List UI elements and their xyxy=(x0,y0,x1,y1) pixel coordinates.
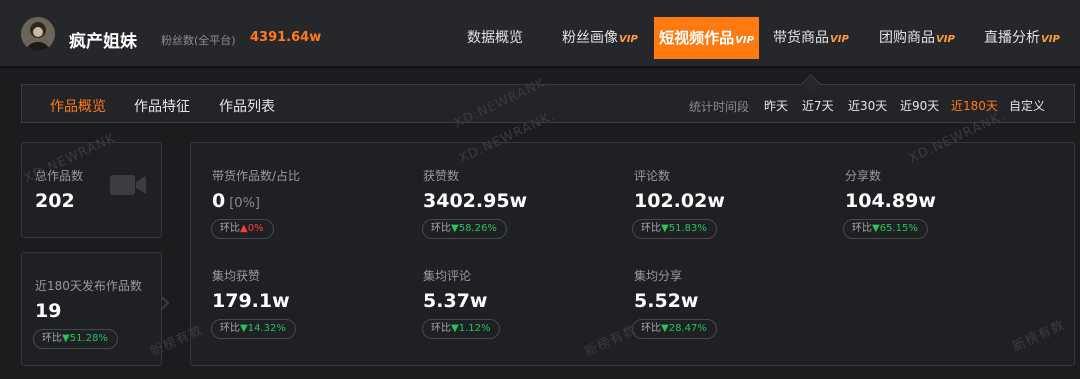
nav-tab-sales-goods[interactable]: 带货商品VIP xyxy=(773,17,849,59)
arrow-down-icon: ▼ xyxy=(451,223,459,234)
metric-change: 环比▼51.83% xyxy=(632,219,717,239)
change-label: 环比 xyxy=(431,323,451,334)
subtab-overview[interactable]: 作品概览 xyxy=(50,96,106,116)
time-range-90d[interactable]: 近90天 xyxy=(900,97,939,114)
nav-tab-short-video[interactable]: 短视频作品VIP xyxy=(654,17,759,59)
video-camera-icon xyxy=(110,175,146,195)
vip-badge: VIP xyxy=(1041,34,1060,45)
time-range-custom[interactable]: 自定义 xyxy=(1009,97,1045,114)
change-label: 环比 xyxy=(641,323,661,334)
arrow-down-icon: ▼ xyxy=(661,323,669,334)
metric-change: 环比▼65.15% xyxy=(843,219,928,239)
metric-change: 环比▼14.32% xyxy=(211,319,296,339)
nav-tab-label: 数据概览 xyxy=(467,30,523,46)
metric-label: 分享数 xyxy=(845,169,882,183)
metric-label: 集均分享 xyxy=(634,269,683,283)
change-value: 1.12% xyxy=(458,323,491,334)
metric-value: 179.1w xyxy=(212,290,290,312)
top-bar-divider xyxy=(0,66,1080,68)
arrow-down-icon: ▼ xyxy=(451,323,459,334)
metric-value: 5.52w xyxy=(634,290,699,312)
change-label: 环比 xyxy=(220,223,240,234)
vip-badge: VIP xyxy=(735,35,754,46)
avatar-image xyxy=(21,17,55,51)
change-value: 65.15% xyxy=(879,223,918,234)
metric-value: 5.37w xyxy=(423,290,488,312)
metric-value: 0 [0%] xyxy=(212,190,260,212)
metric-label: 获赞数 xyxy=(423,169,460,183)
metric-label: 集均获赞 xyxy=(212,269,261,283)
avatar[interactable] xyxy=(21,17,55,51)
nav-tab-label: 粉丝画像 xyxy=(562,30,618,46)
subtab-list[interactable]: 作品列表 xyxy=(219,96,275,116)
metric-label: 带货作品数/占比 xyxy=(212,169,301,183)
metric-value: 102.02w xyxy=(634,190,725,212)
recent-works-label: 近180天发布作品数 xyxy=(35,279,142,293)
change-label: 环比 xyxy=(42,333,62,344)
recent-works-value: 19 xyxy=(35,300,62,322)
arrow-up-icon: ▲ xyxy=(240,223,248,234)
metric-label: 评论数 xyxy=(634,169,671,183)
time-range-label: 统计时间段 xyxy=(689,100,750,114)
fans-count-label: 粉丝数(全平台) xyxy=(161,34,236,47)
metric-ratio: [0%] xyxy=(229,196,261,211)
nav-tab-group-buy[interactable]: 团购商品VIP xyxy=(879,17,955,59)
metric-label: 集均评论 xyxy=(423,269,472,283)
change-label: 环比 xyxy=(641,223,661,234)
nav-tab-label: 团购商品 xyxy=(879,30,935,46)
metric-change: 环比▲0% xyxy=(211,219,274,239)
time-range-yesterday[interactable]: 昨天 xyxy=(764,97,788,114)
metric-change: 环比▼1.12% xyxy=(422,319,501,339)
change-value: 28.47% xyxy=(668,323,707,334)
nav-tab-label: 直播分析 xyxy=(984,30,1040,46)
change-value: 51.28% xyxy=(69,333,108,344)
change-label: 环比 xyxy=(431,223,451,234)
chevron-right-icon xyxy=(161,296,170,310)
metric-value: 104.89w xyxy=(845,190,936,212)
vip-badge: VIP xyxy=(619,34,638,45)
vip-badge: VIP xyxy=(936,34,955,45)
change-value: 51.83% xyxy=(668,223,707,234)
time-range-7d[interactable]: 近7天 xyxy=(802,97,834,114)
nav-tab-fan-profile[interactable]: 粉丝画像VIP xyxy=(562,17,638,59)
metric-change: 环比▼58.26% xyxy=(422,219,507,239)
metric-number: 0 xyxy=(212,190,226,212)
change-value: 0% xyxy=(247,223,264,234)
time-range-30d[interactable]: 近30天 xyxy=(848,97,887,114)
account-name: 疯产姐妹 xyxy=(69,32,137,52)
arrow-down-icon: ▼ xyxy=(872,223,880,234)
recent-works-change: 环比▼51.28% xyxy=(33,329,118,349)
nav-tab-data-overview[interactable]: 数据概览 xyxy=(467,17,523,59)
change-value: 14.32% xyxy=(247,323,286,334)
fans-count-value: 4391.64w xyxy=(250,30,322,45)
vip-badge: VIP xyxy=(830,34,849,45)
arrow-down-icon: ▼ xyxy=(62,333,70,344)
change-label: 环比 xyxy=(220,323,240,334)
time-range-180d[interactable]: 近180天 xyxy=(951,97,998,114)
metric-value: 3402.95w xyxy=(423,190,528,212)
nav-tab-label: 带货商品 xyxy=(773,30,829,46)
nav-tab-label: 短视频作品 xyxy=(659,29,735,47)
total-works-value: 202 xyxy=(35,190,75,212)
change-label: 环比 xyxy=(852,223,872,234)
arrow-down-icon: ▼ xyxy=(240,323,248,334)
subtab-features[interactable]: 作品特征 xyxy=(134,96,190,116)
nav-tab-live-analysis[interactable]: 直播分析VIP xyxy=(984,17,1060,59)
metric-change: 环比▼28.47% xyxy=(632,319,717,339)
arrow-down-icon: ▼ xyxy=(661,223,669,234)
change-value: 58.26% xyxy=(458,223,497,234)
